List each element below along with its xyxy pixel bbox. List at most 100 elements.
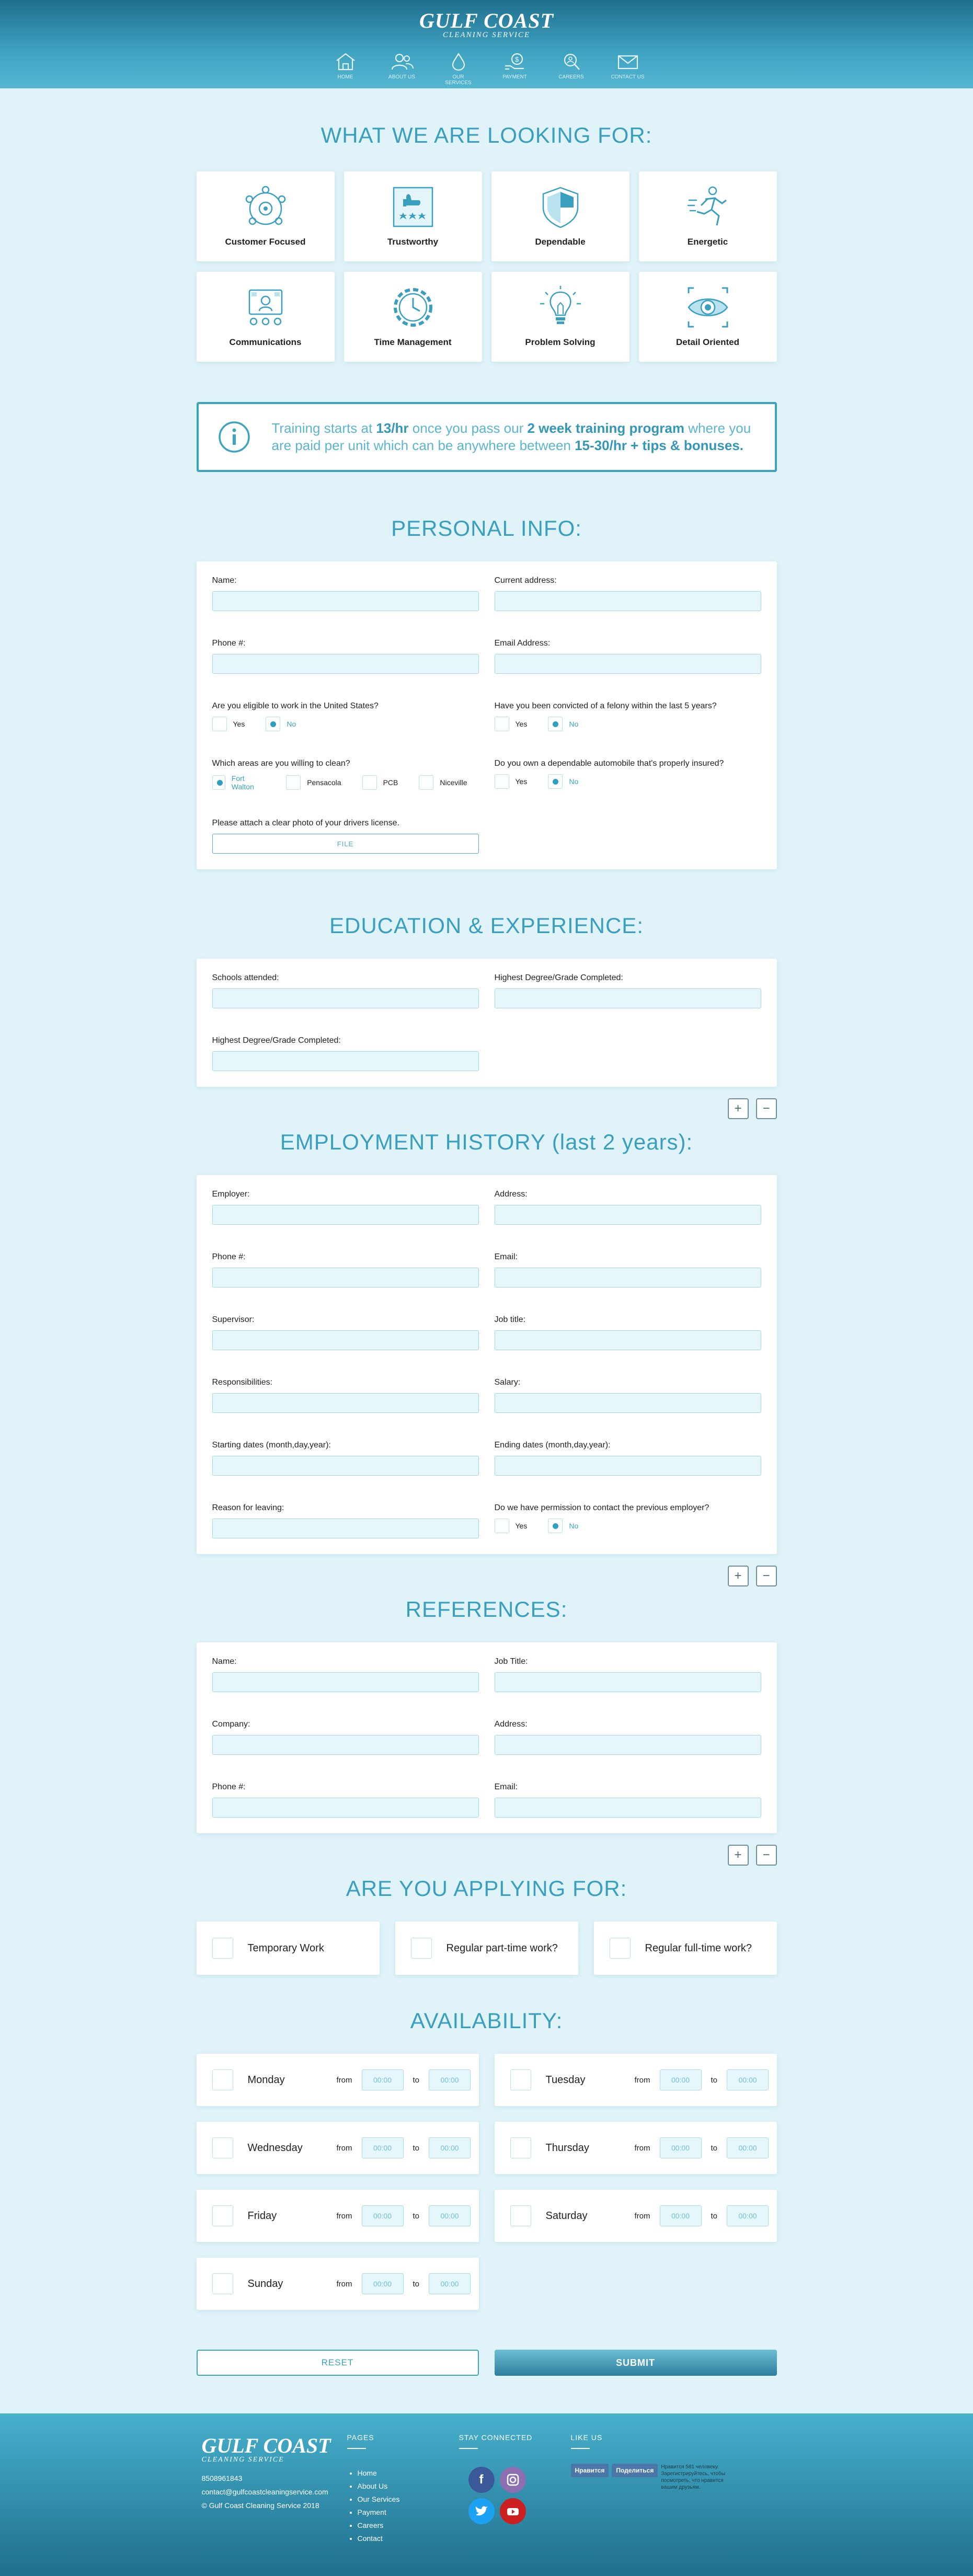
footer-email[interactable]: contact@gulfcoastcleaningservice.com	[202, 2485, 347, 2499]
permission-no-option[interactable]: No	[548, 1519, 578, 1533]
ref-address-input[interactable]	[494, 1735, 761, 1755]
auto-yes-option[interactable]: Yes	[494, 774, 527, 789]
area-pcb-option[interactable]: PCB	[362, 775, 398, 790]
nav-about[interactable]: ABOUT US	[384, 52, 420, 86]
radio-box[interactable]	[419, 775, 434, 790]
employer-phone-input[interactable]	[212, 1268, 479, 1287]
end-date-input[interactable]	[494, 1456, 761, 1476]
name-input[interactable]	[212, 591, 479, 611]
checkbox[interactable]	[609, 1938, 631, 1959]
footer-link-payment[interactable]: Payment	[358, 2506, 459, 2519]
phone-input[interactable]	[212, 654, 479, 674]
facebook-icon[interactable]: f	[468, 2467, 495, 2493]
radio-box[interactable]	[494, 774, 509, 789]
eligible-yes-option[interactable]: Yes	[212, 717, 245, 731]
to-time-input[interactable]: 00:00	[429, 2273, 471, 2294]
from-time-input[interactable]: 00:00	[361, 2137, 404, 2158]
remove-button[interactable]: −	[755, 1566, 777, 1586]
day-checkbox[interactable]	[510, 2069, 531, 2090]
full-time-option[interactable]: Regular full-time work?	[593, 1922, 777, 1975]
from-time-input[interactable]: 00:00	[361, 2273, 404, 2294]
to-time-input[interactable]: 00:00	[429, 2137, 471, 2158]
felony-no-option[interactable]: No	[548, 717, 578, 731]
area-niceville-option[interactable]: Niceville	[419, 775, 467, 790]
add-button[interactable]: +	[727, 1566, 749, 1586]
radio-box[interactable]	[494, 717, 509, 731]
salary-input[interactable]	[494, 1393, 761, 1413]
youtube-icon[interactable]	[499, 2498, 526, 2524]
to-time-input[interactable]: 00:00	[727, 2205, 769, 2226]
radio-box[interactable]	[212, 775, 225, 790]
submit-button[interactable]: SUBMIT	[494, 2350, 777, 2376]
add-button[interactable]: +	[727, 1845, 749, 1866]
to-time-input[interactable]: 00:00	[429, 2205, 471, 2226]
temporary-work-option[interactable]: Temporary Work	[196, 1922, 380, 1975]
radio-box[interactable]	[286, 775, 301, 790]
part-time-option[interactable]: Regular part-time work?	[395, 1922, 578, 1975]
day-checkbox[interactable]	[510, 2205, 531, 2226]
ref-name-input[interactable]	[212, 1672, 479, 1692]
footer-link-home[interactable]: Home	[358, 2467, 459, 2480]
nav-home[interactable]: HOME	[327, 52, 364, 86]
from-time-input[interactable]: 00:00	[659, 2205, 702, 2226]
twitter-icon[interactable]	[468, 2498, 495, 2524]
fb-share-button[interactable]: Поделиться	[612, 2464, 658, 2477]
reason-input[interactable]	[212, 1519, 479, 1538]
from-time-input[interactable]: 00:00	[361, 2069, 404, 2090]
day-checkbox[interactable]	[212, 2205, 233, 2226]
employer-input[interactable]	[212, 1205, 479, 1225]
radio-box[interactable]	[212, 717, 227, 731]
radio-box[interactable]	[548, 717, 563, 731]
schools-input[interactable]	[212, 988, 479, 1008]
auto-no-option[interactable]: No	[548, 774, 578, 789]
ref-company-input[interactable]	[212, 1735, 479, 1755]
permission-yes-option[interactable]: Yes	[494, 1519, 527, 1533]
footer-link-about[interactable]: About Us	[358, 2480, 459, 2493]
to-time-input[interactable]: 00:00	[429, 2069, 471, 2090]
remove-button[interactable]: −	[755, 1845, 777, 1866]
radio-box[interactable]	[266, 717, 281, 731]
footer-phone[interactable]: 8508961843	[202, 2471, 347, 2485]
address-input[interactable]	[494, 591, 761, 611]
nav-payment[interactable]: $ PAYMENT	[497, 52, 533, 86]
from-time-input[interactable]: 00:00	[361, 2205, 404, 2226]
degree-input-2[interactable]	[212, 1051, 479, 1071]
day-checkbox[interactable]	[212, 2137, 233, 2158]
day-checkbox[interactable]	[212, 2069, 233, 2090]
day-checkbox[interactable]	[510, 2137, 531, 2158]
footer-logo[interactable]: GULF COAST CLEANING SERVICE	[202, 2433, 347, 2464]
from-time-input[interactable]: 00:00	[659, 2069, 702, 2090]
from-time-input[interactable]: 00:00	[659, 2137, 702, 2158]
start-date-input[interactable]	[212, 1456, 479, 1476]
felony-yes-option[interactable]: Yes	[494, 717, 527, 731]
to-time-input[interactable]: 00:00	[727, 2137, 769, 2158]
nav-contact[interactable]: CONTACT US	[610, 52, 646, 86]
employer-address-input[interactable]	[494, 1205, 761, 1225]
footer-link-careers[interactable]: Careers	[358, 2519, 459, 2532]
responsibilities-input[interactable]	[212, 1393, 479, 1413]
fb-like-button[interactable]: Нравится	[570, 2464, 609, 2477]
ref-job-input[interactable]	[494, 1672, 761, 1692]
file-upload-button[interactable]: FILE	[212, 834, 479, 854]
site-logo[interactable]: GULF COAST CLEANING SERVICE	[0, 8, 973, 40]
area-fort-walton-option[interactable]: Fort Walton	[212, 774, 266, 791]
radio-box[interactable]	[548, 774, 563, 789]
footer-link-services[interactable]: Our Services	[358, 2493, 459, 2506]
to-time-input[interactable]: 00:00	[727, 2069, 769, 2090]
job-title-input[interactable]	[494, 1330, 761, 1350]
ref-email-input[interactable]	[494, 1798, 761, 1818]
ref-phone-input[interactable]	[212, 1798, 479, 1818]
reset-button[interactable]: RESET	[196, 2350, 479, 2376]
add-button[interactable]: +	[727, 1098, 749, 1119]
supervisor-input[interactable]	[212, 1330, 479, 1350]
nav-careers[interactable]: CAREERS	[553, 52, 590, 86]
employer-email-input[interactable]	[494, 1268, 761, 1287]
instagram-icon[interactable]	[499, 2467, 526, 2493]
email-input[interactable]	[494, 654, 761, 674]
radio-box[interactable]	[494, 1519, 509, 1533]
remove-button[interactable]: −	[755, 1098, 777, 1119]
radio-box[interactable]	[362, 775, 377, 790]
degree-input[interactable]	[494, 988, 761, 1008]
day-checkbox[interactable]	[212, 2273, 233, 2294]
footer-link-contact[interactable]: Contact	[358, 2532, 459, 2545]
